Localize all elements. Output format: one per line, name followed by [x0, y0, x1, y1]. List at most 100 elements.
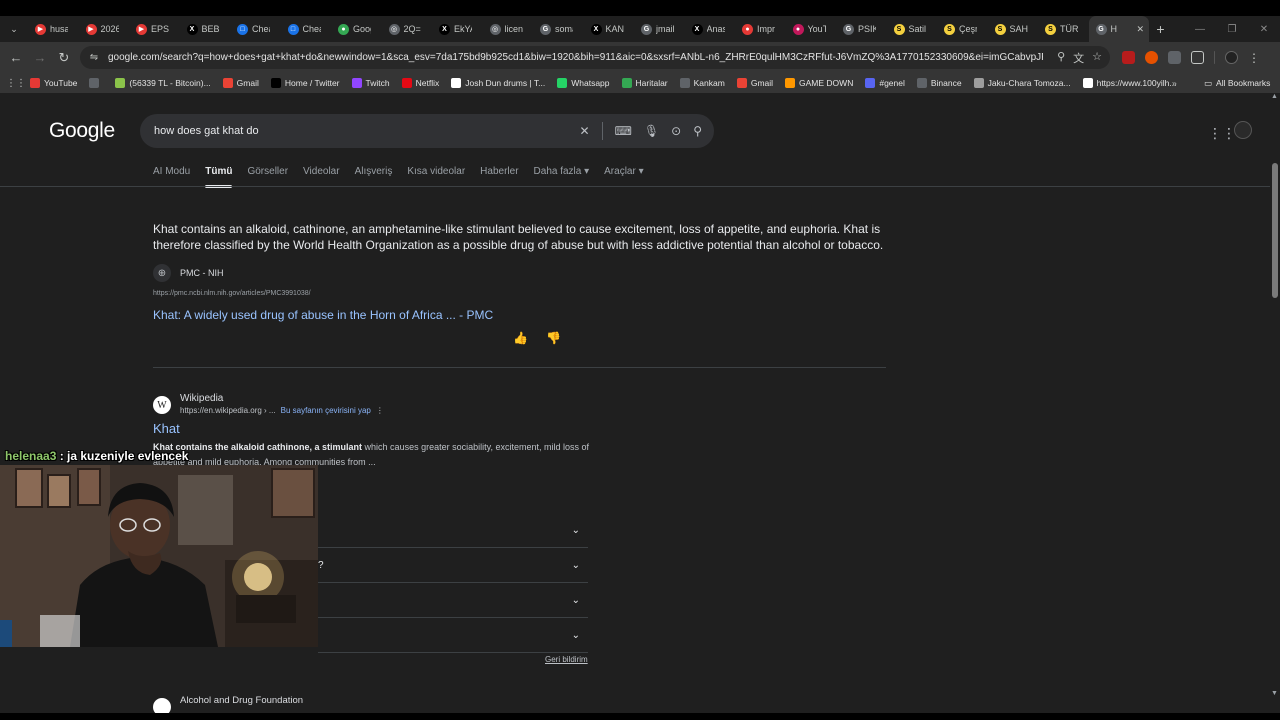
paa-question-row[interactable]: ⌄ — [318, 513, 588, 548]
browser-tab[interactable]: Gjmail — [634, 16, 685, 42]
bookmark-item[interactable]: Home / Twitter — [270, 78, 340, 88]
search-tab[interactable]: Videolar — [303, 166, 340, 188]
browser-tab[interactable]: S TÜRK — [1038, 16, 1089, 42]
browser-tab[interactable]: □Chea — [281, 16, 332, 42]
search-tab[interactable]: Kısa videolar — [407, 166, 465, 188]
browser-tab[interactable]: XKANI — [584, 16, 635, 42]
scroll-up-icon[interactable]: ▲ — [1271, 93, 1278, 100]
chevron-down-icon[interactable]: ⌄ — [572, 525, 580, 536]
bookmark-item[interactable]: Whatsapp — [557, 78, 610, 88]
google-apps-icon[interactable]: ⋮⋮ — [1208, 125, 1236, 142]
minimize-icon[interactable]: — — [1184, 24, 1216, 35]
translate-page-link[interactable]: Bu sayfanın çevirisini yap — [281, 406, 371, 415]
profile-avatar-icon[interactable] — [1225, 51, 1238, 64]
thumbs-down-icon[interactable]: 👎 — [546, 331, 561, 345]
chevron-down-icon[interactable]: ⌄ — [572, 560, 580, 571]
result-url[interactable]: https://en.wikipedia.org › ... Bu sayfan… — [180, 406, 384, 415]
extension-orange-icon[interactable] — [1145, 51, 1158, 64]
bookmark-item[interactable]: Josh Dun drums | T... — [451, 78, 545, 88]
chevron-down-icon[interactable]: ⌄ — [572, 595, 580, 606]
extension-red-icon[interactable] — [1122, 51, 1135, 64]
browser-tab[interactable]: ▶ husa — [28, 16, 79, 42]
featured-source[interactable]: ⊕ PMC - NIH — [153, 264, 224, 282]
bookmarks-overflow-button[interactable]: » — [1172, 78, 1177, 88]
mic-icon[interactable]: 🎙 — [644, 124, 659, 138]
browser-tab[interactable]: S Satil — [887, 16, 938, 42]
bookmark-item[interactable] — [89, 78, 103, 88]
search-tab[interactable]: AI Modu — [153, 166, 190, 188]
featured-source-url[interactable]: https://pmc.ncbi.nlm.nih.gov/articles/PM… — [153, 290, 311, 297]
paa-question-row[interactable]: ⌄ — [318, 583, 588, 618]
bookmark-item[interactable]: YouTube — [30, 78, 77, 88]
new-tab-button[interactable]: + — [1149, 21, 1173, 37]
chevron-down-icon[interactable]: ⌄ — [572, 630, 580, 641]
forward-button[interactable]: → — [28, 50, 52, 65]
lens-icon[interactable]: ⊙ — [671, 124, 681, 138]
thumbs-up-icon[interactable]: 👍 — [513, 331, 528, 345]
bookmark-item[interactable]: #genel — [865, 78, 905, 88]
browser-tab[interactable]: G H ✕ — [1088, 16, 1149, 42]
browser-tab[interactable]: ▶ 2026 — [79, 16, 130, 42]
reload-button[interactable]: ↻ — [52, 50, 76, 66]
keyboard-icon[interactable]: ⌨ — [615, 124, 632, 138]
browser-tab[interactable]: XBEBE — [180, 16, 231, 42]
scrollbar-thumb[interactable] — [1272, 163, 1278, 298]
browser-tab[interactable]: □Chea — [230, 16, 281, 42]
url-text[interactable]: google.com/search?q=how+does+gat+khat+do… — [108, 52, 1043, 63]
feedback-link[interactable]: Geri bildirim — [545, 655, 588, 664]
bookmark-item[interactable]: Netflix — [401, 78, 439, 88]
search-icon[interactable]: ⚲ — [693, 124, 702, 138]
bookmark-item[interactable]: Haritalar — [621, 78, 668, 88]
bookmark-item[interactable]: Gmail — [736, 78, 773, 88]
browser-tab[interactable]: G PSIK — [836, 16, 887, 42]
featured-result-link[interactable]: Khat: A widely used drug of abuse in the… — [153, 308, 493, 322]
translate-icon[interactable]: 文 — [1073, 50, 1084, 66]
search-tab[interactable]: Araçlar ▾ — [604, 166, 643, 188]
browser-tab[interactable]: ● Goog — [331, 16, 382, 42]
google-logo[interactable]: Google — [49, 119, 115, 143]
search-tab[interactable]: Haberler — [480, 166, 518, 188]
search-tab[interactable]: Tümü — [205, 166, 233, 188]
search-tab[interactable]: Görseller — [247, 166, 288, 188]
restore-icon[interactable]: ❐ — [1216, 24, 1248, 35]
bookmark-item[interactable]: Jaku-Chara Tomoza... — [973, 78, 1071, 88]
tab-search-dropdown-icon[interactable]: ⌄ — [0, 24, 28, 35]
browser-tab[interactable]: SSAHI — [988, 16, 1039, 42]
site-info-icon[interactable]: ⇋ — [86, 52, 102, 63]
browser-tab[interactable]: ● Impr — [735, 16, 786, 42]
search-tab[interactable]: Daha fazla ▾ — [534, 166, 590, 188]
user-avatar[interactable] — [1234, 121, 1252, 139]
bookmark-item[interactable]: Binance — [916, 78, 962, 88]
page-scrollbar[interactable]: ▲ ▼ — [1270, 93, 1280, 713]
browser-tab[interactable]: ● YouT — [786, 16, 837, 42]
close-window-icon[interactable]: ✕ — [1248, 24, 1280, 35]
close-tab-icon[interactable]: ✕ — [1137, 24, 1145, 35]
bookmark-item[interactable]: https://www.100yilh... — [1082, 78, 1176, 88]
next-result-site-name[interactable]: Alcohol and Drug Foundation — [180, 695, 303, 706]
scroll-down-icon[interactable]: ▼ — [1271, 690, 1278, 697]
paa-question-row[interactable]: ⌄ — [318, 618, 588, 653]
browser-tab[interactable]: Gsoma — [533, 16, 584, 42]
clear-search-icon[interactable]: ✕ — [580, 124, 590, 138]
bookmark-item[interactable]: Twitch — [351, 78, 390, 88]
extension-gray-icon[interactable] — [1168, 51, 1181, 64]
bookmark-star-icon[interactable]: ☆ — [1092, 50, 1102, 66]
search-box[interactable]: how does gat khat do ✕ ⌨ 🎙 ⊙ ⚲ — [140, 114, 714, 148]
bookmark-item[interactable]: (56339 TL - Bitcoin)... — [115, 78, 211, 88]
browser-tab[interactable]: S Çeşn — [937, 16, 988, 42]
bookmark-item[interactable]: Gmail — [222, 78, 259, 88]
location-icon[interactable]: ⚲ — [1057, 50, 1065, 66]
browser-tab[interactable]: ◎ licen — [483, 16, 534, 42]
result-more-icon[interactable]: ⋮ — [376, 406, 384, 415]
apps-shortcut-icon[interactable]: ⋮⋮ — [6, 78, 26, 89]
browser-tab[interactable]: ◎ 2Q= — [382, 16, 433, 42]
browser-tab[interactable]: X EkYA — [432, 16, 483, 42]
omnibox[interactable]: ⇋ google.com/search?q=how+does+gat+khat+… — [80, 46, 1110, 69]
result-title-link[interactable]: Khat — [153, 421, 180, 436]
paa-question-row[interactable]: ? ⌄ — [318, 548, 588, 583]
result-site-name[interactable]: Wikipedia — [180, 393, 223, 404]
bookmark-item[interactable]: Kankam — [679, 78, 725, 88]
browser-tab[interactable]: XAnas — [685, 16, 736, 42]
browser-tab[interactable]: ▶ EPST — [129, 16, 180, 42]
back-button[interactable]: ← — [4, 50, 28, 65]
